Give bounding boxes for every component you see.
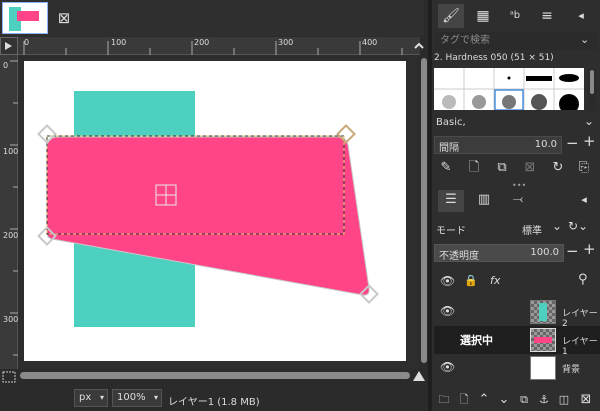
horizontal-ruler: 0 100 200 300 400 <box>18 37 420 55</box>
open-brush-icon[interactable]: ⎘ <box>574 158 594 178</box>
duplicate-layer-icon[interactable]: ⧉ <box>514 390 534 410</box>
eye-column-icon[interactable]: 👁 <box>440 274 455 288</box>
search-icon[interactable]: ⚲ <box>578 272 588 287</box>
preset-name: Basic, <box>436 117 466 128</box>
chevron-down-icon[interactable]: ⌄ <box>580 33 589 46</box>
duplicate-brush-icon[interactable]: ⧉ <box>492 158 512 178</box>
layer-row[interactable]: 👁 背景 <box>434 354 600 382</box>
layer-row[interactable]: 選択中 レイヤー1 <box>434 326 600 357</box>
layers-dock-tabs: ☰ ▥ ⤙ ◂ <box>434 190 600 214</box>
pattern-tab-icon[interactable]: ▦ <box>470 4 496 28</box>
layers-header: 👁 🔒 fx ⚲ <box>434 268 598 296</box>
close-image-icon[interactable]: ⊠ <box>54 8 74 28</box>
layer-mode-row: モード 標準 ⌄ ↻⌄ <box>434 218 598 240</box>
visibility-eye-icon[interactable]: 👁 <box>440 304 455 318</box>
canvas-viewport[interactable] <box>18 55 418 369</box>
layer-name: 背景 <box>562 365 581 375</box>
decrease-icon[interactable]: − <box>566 242 579 260</box>
zoom-select[interactable]: 100% ▾ <box>112 389 162 407</box>
spacing-label: 間隔 <box>439 143 459 154</box>
new-layer-group-icon[interactable]: 🗀 <box>434 390 454 410</box>
layers-actions-bar: 🗀 🗋 ⌃ ⌄ ⧉ ⚓ ◫ ⊠ <box>432 390 600 411</box>
opacity-label: 不透明度 <box>439 251 479 262</box>
zoom-follow-icon[interactable] <box>412 40 426 54</box>
mode-label: モード <box>436 226 466 237</box>
chevron-down-icon: ⌄ <box>583 114 594 128</box>
brush-tab-icon[interactable]: 🖌 <box>438 4 464 28</box>
panel-menu-icon[interactable]: ◂ <box>568 4 594 28</box>
layer-thumbnail <box>530 356 556 380</box>
mask-layer-icon[interactable]: ◫ <box>554 390 574 410</box>
canvas-drawing[interactable] <box>18 55 418 369</box>
selected-label: 選択中 <box>460 334 493 347</box>
brush-scroll-thumb[interactable] <box>590 70 594 94</box>
visibility-eye-icon[interactable]: 👁 <box>440 360 455 374</box>
raise-layer-icon[interactable]: ⌃ <box>474 390 494 410</box>
paths-tab-icon[interactable]: ⤙ <box>508 190 528 210</box>
anchor-layer-icon[interactable]: ⚓ <box>534 390 554 410</box>
refresh-brushes-icon[interactable]: ↻ <box>548 158 568 178</box>
selected-brush-name: 2. Hardness 050 (51 × 51) <box>434 53 554 63</box>
layer-row[interactable]: 👁 レイヤー2 <box>434 298 600 329</box>
increase-icon[interactable]: + <box>583 240 596 258</box>
zoom-value: 100% <box>117 392 146 403</box>
layers-tab-icon[interactable]: ☰ <box>438 190 464 212</box>
layer-thumbnail <box>530 328 556 352</box>
quick-mask-icon[interactable] <box>2 371 16 383</box>
status-bar: px ▾ 100% ▾ レイヤー1 (1.8 MB) <box>0 383 430 411</box>
dock-handle-icon[interactable]: ••• <box>512 181 526 190</box>
mode-select[interactable]: 標準 ⌄ <box>518 219 564 237</box>
delete-layer-icon[interactable]: ⊠ <box>576 390 596 410</box>
delete-brush-icon[interactable]: ⊠ <box>520 158 540 178</box>
mode-switch-icon[interactable]: ↻⌄ <box>568 219 588 233</box>
horizontal-scroll-thumb[interactable] <box>20 372 410 379</box>
spacing-value: 10.0 <box>534 139 557 150</box>
fx-column-icon[interactable]: fx <box>490 274 500 287</box>
chevron-down-icon: ▾ <box>99 393 104 402</box>
opacity-field[interactable]: 不透明度 100.0 <box>434 244 564 262</box>
navigate-icon[interactable] <box>412 370 426 382</box>
brush-tag-search-input[interactable]: タグで検索 <box>434 32 598 50</box>
chevron-down-icon: ▾ <box>153 393 158 402</box>
font-tab-icon[interactable]: ᵃb <box>502 4 528 28</box>
new-layer-icon[interactable]: 🗋 <box>454 390 474 410</box>
lower-layer-icon[interactable]: ⌄ <box>494 390 514 410</box>
brush-grid[interactable] <box>434 68 584 114</box>
edit-brush-icon[interactable]: ✎ <box>436 158 456 178</box>
channels-tab-icon[interactable]: ▥ <box>474 190 494 210</box>
ruler-corner-button[interactable] <box>0 37 18 55</box>
document-history-tab-icon[interactable]: ≡ <box>534 4 560 28</box>
spacing-field[interactable]: 間隔 10.0 <box>434 136 562 154</box>
mode-value: 標準 <box>522 226 542 237</box>
new-brush-icon[interactable]: 🗋 <box>464 158 484 178</box>
opacity-value: 100.0 <box>530 247 559 258</box>
panel-menu-icon[interactable]: ◂ <box>574 190 594 210</box>
unit-select[interactable]: px ▾ <box>74 389 108 407</box>
lock-column-icon[interactable]: 🔒 <box>464 274 478 287</box>
image-tab-thumbnail[interactable] <box>2 2 48 34</box>
vertical-ruler: 0 100 200 300 <box>0 55 18 369</box>
chevron-down-icon: ⌄ <box>551 219 562 233</box>
vertical-scroll-thumb[interactable] <box>421 58 427 363</box>
unit-value: px <box>79 392 92 403</box>
increase-icon[interactable]: + <box>583 132 596 150</box>
status-layer-info: レイヤー1 (1.8 MB) <box>168 397 260 408</box>
brush-actions-row: ✎ 🗋 ⧉ ⊠ ↻ ⎘ <box>434 158 600 182</box>
layer-thumbnail <box>530 300 556 324</box>
brush-preset-row[interactable]: Basic, ⌄ <box>434 114 598 132</box>
decrease-icon[interactable]: − <box>566 134 579 152</box>
